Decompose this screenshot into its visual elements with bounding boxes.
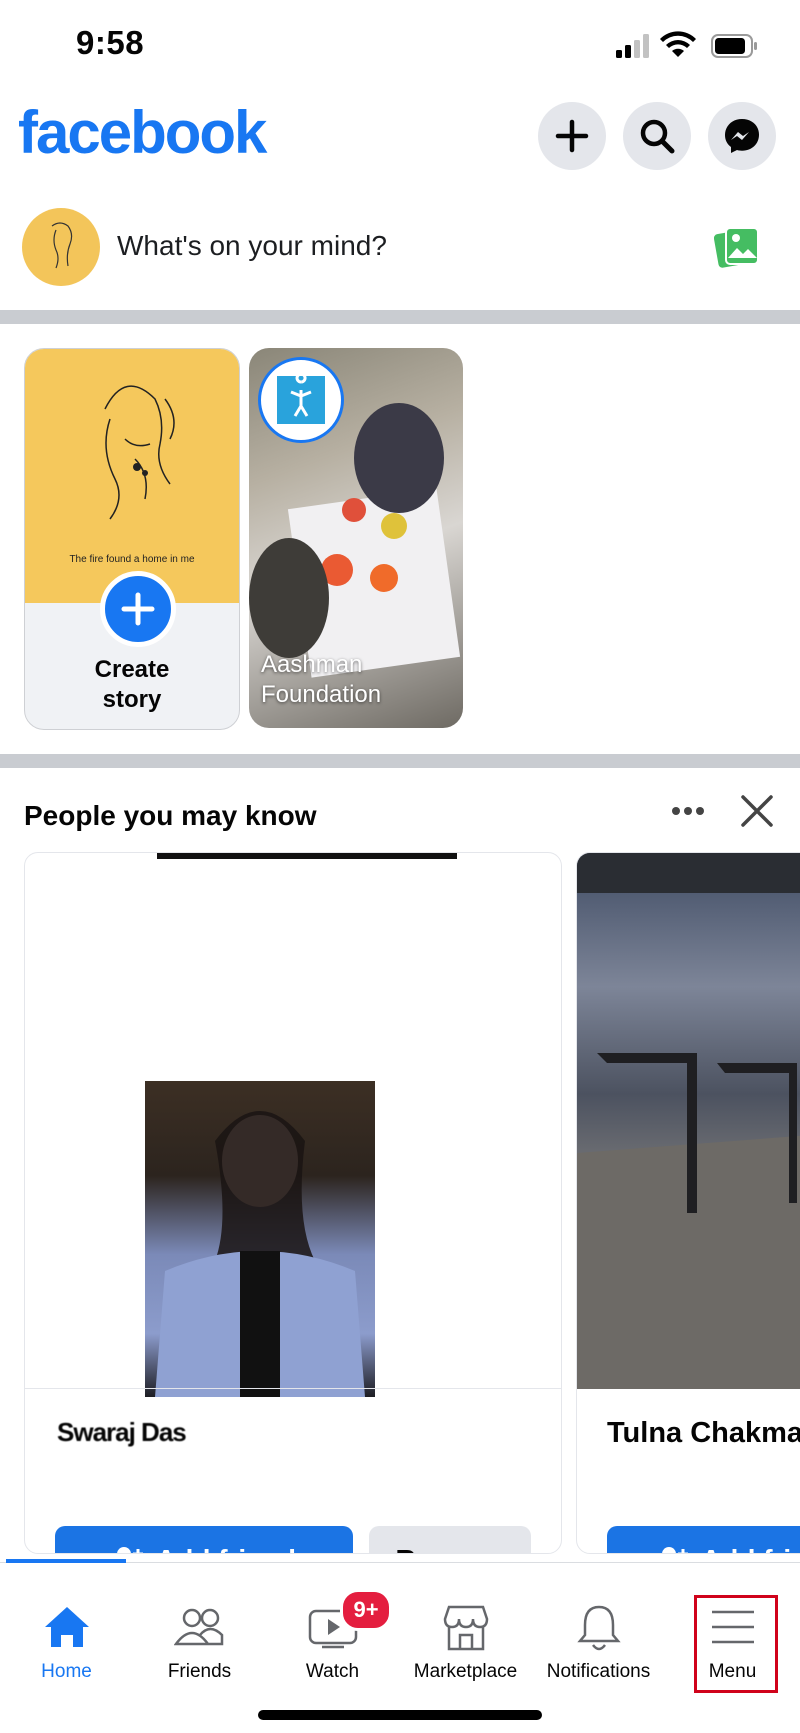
person-photo	[577, 853, 800, 1389]
add-person-icon	[662, 1547, 688, 1553]
remove-label: Remove	[396, 1544, 505, 1553]
tab-label-home: Home	[41, 1661, 92, 1682]
watch-badge-count: 9+	[353, 1597, 379, 1622]
create-story-card[interactable]: The fire found a home in me Create story	[24, 348, 240, 730]
more-options-button[interactable]	[668, 796, 708, 826]
close-icon	[741, 795, 773, 827]
dismiss-button[interactable]	[740, 794, 774, 828]
bell-icon	[571, 1599, 627, 1655]
facebook-logo: facebook	[18, 99, 267, 166]
profile-avatar[interactable]	[22, 208, 100, 286]
section-divider	[0, 754, 800, 768]
tab-watch[interactable]: 9+ Watch	[266, 1563, 399, 1693]
create-story-caption: The fire found a home in me	[69, 554, 195, 565]
pymk-card-cover	[157, 853, 457, 859]
story-name: Aashman Foundation	[261, 651, 382, 708]
tab-marketplace[interactable]: Marketplace	[399, 1563, 532, 1693]
signal-wifi-battery-icon	[616, 31, 757, 58]
aashman-logo-icon	[277, 372, 325, 424]
add-friend-button[interactable]: Add fri	[607, 1526, 800, 1553]
add-friend-button[interactable]: Add friend	[55, 1526, 353, 1553]
tab-label-watch: Watch	[305, 1661, 360, 1682]
create-story-cover: The fire found a home in me	[25, 349, 239, 603]
search-button[interactable]	[623, 102, 691, 170]
create-story-label: Create story	[94, 656, 170, 713]
story-avatar	[261, 360, 341, 440]
plus-icon	[555, 119, 589, 153]
messenger-icon	[725, 119, 759, 153]
create-button[interactable]	[538, 102, 606, 170]
person-name[interactable]: Tulna Chakma	[607, 1417, 800, 1450]
sketch-woman-icon	[104, 385, 175, 520]
person-name[interactable]: Swaraj Das	[57, 1417, 187, 1448]
section-divider	[0, 310, 800, 324]
person-photo	[145, 1081, 375, 1397]
home-indicator	[258, 1710, 542, 1720]
watch-badge: 9+	[340, 1589, 392, 1631]
tab-label-friends: Friends	[167, 1661, 232, 1682]
messenger-button[interactable]	[708, 102, 776, 170]
tab-home[interactable]: Home	[0, 1563, 133, 1693]
remove-button[interactable]: Remove	[369, 1526, 531, 1553]
bottom-tab-bar: Home Friends 9+ Watch Marketplace Notifi…	[0, 1559, 800, 1733]
restaurant-photo	[577, 853, 800, 1389]
pymk-card-separator	[25, 1388, 561, 1389]
search-icon	[640, 119, 675, 154]
create-story-plus-button[interactable]	[100, 571, 176, 647]
menu-highlight-box	[694, 1595, 778, 1693]
tab-label-notifications: Notifications	[546, 1661, 651, 1682]
friends-icon	[172, 1599, 228, 1655]
pymk-card[interactable]: Swaraj Das Add friend Remove	[24, 852, 562, 1554]
tab-friends[interactable]: Friends	[133, 1563, 266, 1693]
sketch-portrait-icon	[51, 222, 73, 269]
marketplace-icon	[438, 1599, 494, 1655]
story-card-aashman[interactable]: Aashman Foundation	[249, 348, 463, 728]
pymk-card[interactable]: Tulna Chakma Add fri	[576, 852, 800, 1554]
plus-icon	[121, 592, 155, 626]
photo-button[interactable]	[713, 226, 762, 270]
status-time: 9:58	[76, 24, 145, 61]
status-icons	[612, 30, 762, 60]
add-person-icon	[117, 1547, 143, 1553]
person-silhouette	[155, 1111, 365, 1397]
tab-label-marketplace: Marketplace	[413, 1661, 518, 1682]
add-friend-label: Add fri	[701, 1544, 791, 1553]
composer-input[interactable]: What's on your mind?	[117, 230, 387, 262]
home-icon	[39, 1599, 95, 1655]
tab-notifications[interactable]: Notifications	[532, 1563, 665, 1693]
photo-icon	[713, 227, 759, 268]
pymk-title: People you may know	[24, 800, 317, 831]
more-dots-icon	[672, 807, 704, 815]
add-friend-label: Add friend	[156, 1544, 296, 1553]
